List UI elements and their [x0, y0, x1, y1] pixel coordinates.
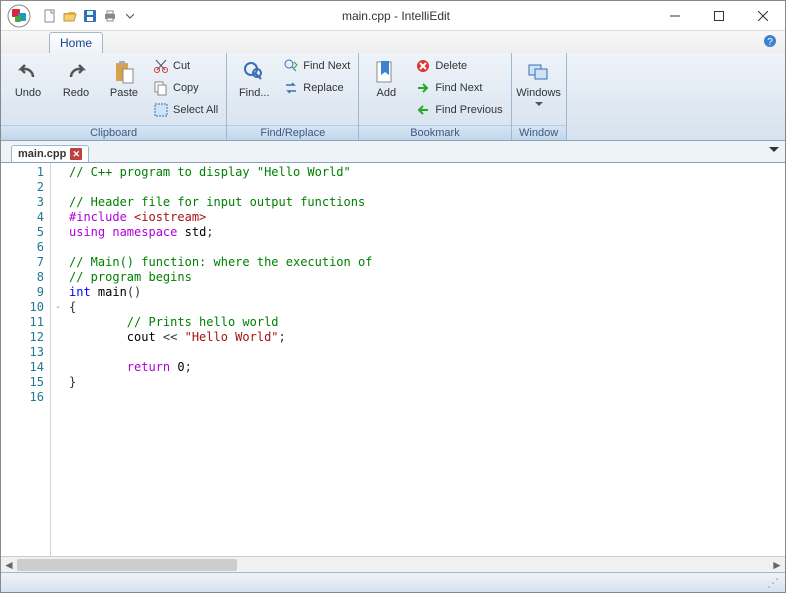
bookmark-icon	[373, 59, 399, 85]
delete-icon	[415, 58, 431, 74]
line-number-gutter: 12345678910111213141516	[1, 163, 51, 556]
qat-dropdown-icon[interactable]	[121, 7, 139, 25]
group-label-bookmark: Bookmark	[359, 125, 510, 140]
redo-icon	[63, 59, 89, 85]
arrow-left-icon	[415, 102, 431, 118]
open-file-icon[interactable]	[61, 7, 79, 25]
svg-text:?: ?	[767, 37, 773, 48]
ribbon: Undo Redo Paste Cut Copy Select All Clip…	[1, 53, 785, 141]
replace-icon	[283, 80, 299, 96]
group-clipboard: Undo Redo Paste Cut Copy Select All Clip…	[1, 53, 227, 140]
tab-home[interactable]: Home	[49, 32, 103, 53]
find-button[interactable]: Find...	[231, 55, 277, 103]
minimize-button[interactable]	[653, 2, 697, 30]
title-bar: main.cpp - IntelliEdit	[1, 1, 785, 31]
horizontal-scrollbar[interactable]: ◄ ►	[1, 556, 785, 572]
copy-button[interactable]: Copy	[149, 77, 222, 99]
group-label-window: Window	[512, 125, 566, 140]
file-tab[interactable]: main.cpp ✕	[11, 145, 89, 162]
app-icon	[5, 2, 33, 30]
group-bookmark: Add Delete Find Next Find Previous Bookm…	[359, 53, 511, 140]
close-tab-icon[interactable]: ✕	[70, 148, 82, 160]
scroll-right-icon[interactable]: ►	[769, 557, 785, 573]
find-next-button[interactable]: Find Next	[279, 55, 354, 77]
replace-button[interactable]: Replace	[279, 77, 354, 99]
bookmark-find-prev-button[interactable]: Find Previous	[411, 99, 506, 121]
resize-grip-icon[interactable]: ⋰	[767, 576, 779, 590]
paste-icon	[111, 59, 137, 85]
group-find-replace: Find... Find Next Replace Find/Replace	[227, 53, 359, 140]
undo-icon	[15, 59, 41, 85]
new-file-icon[interactable]	[41, 7, 59, 25]
quick-access-toolbar	[41, 7, 139, 25]
code-area[interactable]: // C++ program to display "Hello World"/…	[65, 163, 785, 556]
status-bar: ⋰	[1, 572, 785, 592]
paste-button[interactable]: Paste	[101, 55, 147, 103]
file-tab-label: main.cpp	[18, 148, 66, 160]
windows-button[interactable]: Windows	[516, 55, 562, 115]
scroll-left-icon[interactable]: ◄	[1, 557, 17, 573]
group-window: Windows Window	[512, 53, 567, 140]
fold-column: -	[51, 163, 65, 556]
undo-button[interactable]: Undo	[5, 55, 51, 103]
select-all-button[interactable]: Select All	[149, 99, 222, 121]
scroll-thumb[interactable]	[17, 559, 237, 571]
editor: 12345678910111213141516 - // C++ program…	[1, 163, 785, 556]
close-button[interactable]	[741, 2, 785, 30]
bookmark-find-next-button[interactable]: Find Next	[411, 77, 506, 99]
file-tab-bar: main.cpp ✕	[1, 141, 785, 163]
tabs-dropdown-icon[interactable]	[769, 145, 779, 155]
save-icon[interactable]	[81, 7, 99, 25]
bookmark-add-button[interactable]: Add	[363, 55, 409, 103]
redo-button[interactable]: Redo	[53, 55, 99, 103]
bookmark-delete-button[interactable]: Delete	[411, 55, 506, 77]
help-icon[interactable]: ?	[763, 34, 777, 48]
cut-icon	[153, 58, 169, 74]
maximize-button[interactable]	[697, 2, 741, 30]
scroll-track[interactable]	[17, 557, 769, 573]
select-all-icon	[153, 102, 169, 118]
print-icon[interactable]	[101, 7, 119, 25]
window-title: main.cpp - IntelliEdit	[139, 9, 653, 23]
group-label-find: Find/Replace	[227, 125, 358, 140]
find-icon	[241, 59, 267, 85]
ribbon-tab-row: Home ?	[1, 31, 785, 53]
windows-icon	[526, 59, 552, 85]
arrow-right-icon	[415, 80, 431, 96]
copy-icon	[153, 80, 169, 96]
find-next-icon	[283, 58, 299, 74]
cut-button[interactable]: Cut	[149, 55, 222, 77]
group-label-clipboard: Clipboard	[1, 125, 226, 140]
